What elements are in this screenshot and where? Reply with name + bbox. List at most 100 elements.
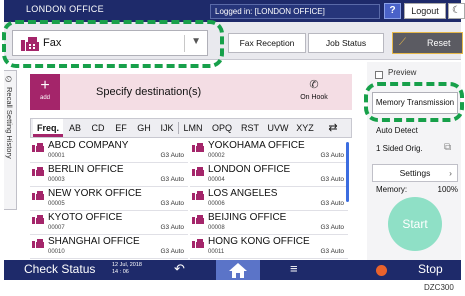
help-button[interactable]: ? [384, 3, 401, 19]
fax-icon [32, 191, 44, 200]
tab-gh[interactable]: GH [133, 119, 155, 137]
tab-lmn[interactable]: LMN [179, 119, 207, 137]
phone-icon: ✆ [309, 79, 319, 91]
entry-code: 00005 [48, 201, 65, 207]
fax-icon [32, 143, 44, 152]
entry-mode: G3 Auto [320, 200, 345, 207]
entry-code: 00006 [208, 201, 225, 207]
add-destination-button[interactable]: + add [30, 74, 60, 110]
home-button[interactable] [216, 260, 260, 280]
address-entry[interactable]: SHANGHAI OFFICE 00010 G3 Auto [30, 235, 188, 259]
specify-destination-label: Specify destination(s) [96, 86, 202, 98]
address-entry[interactable]: LONDON OFFICE 00004 G3 Auto [190, 163, 348, 187]
address-index-tabs: Freq. AB CD EF GH IJK LMN OPQ RST UVW XY… [30, 118, 352, 138]
figure-code: DZC300 [424, 283, 454, 292]
reset-label: Reset [427, 38, 451, 48]
entry-mode: G3 Auto [160, 152, 185, 159]
tab-cd[interactable]: CD [87, 119, 109, 137]
fax-icon [192, 143, 204, 152]
destination-bar[interactable]: Specify destination(s) ✆ On Hook [30, 74, 352, 110]
check-status-button[interactable]: Check Status [24, 262, 95, 276]
history-tab-label: Recall Setting History [5, 87, 14, 159]
reset-icon: ⟋ [399, 37, 406, 48]
on-hook-button[interactable]: ✆ On Hook [284, 78, 344, 101]
settings-label: Settings [399, 168, 431, 178]
recall-setting-history-tab[interactable]: ⏲ Recall Setting History [4, 70, 17, 210]
tab-xyz[interactable]: XYZ [293, 119, 317, 137]
entry-code: 00001 [48, 153, 65, 159]
address-entry[interactable]: ABCD COMPANY 00001 G3 Auto [30, 139, 188, 163]
address-entry[interactable]: BERLIN OFFICE 00003 G3 Auto [30, 163, 188, 187]
entry-mode: G3 Auto [320, 152, 345, 159]
preview-label: Preview [388, 68, 417, 77]
tab-rst[interactable]: RST [237, 119, 263, 137]
sided-original-label: 1 Sided Orig. [376, 144, 423, 153]
tab-freq[interactable]: Freq. [33, 119, 63, 137]
bottom-bar: Check Status 12 Jul, 2018 14 : 06 ↶ ≡ St… [4, 260, 461, 280]
entry-code: 00002 [208, 153, 225, 159]
tab-ef[interactable]: EF [111, 119, 131, 137]
plus-icon: + [40, 77, 50, 94]
chevron-right-icon: › [449, 168, 452, 178]
memory-indicator: Memory: 100% [376, 185, 458, 194]
entry-mode: G3 Auto [160, 224, 185, 231]
office-label: LONDON OFFICE [26, 4, 104, 14]
fax-icon [192, 239, 204, 248]
back-icon[interactable]: ↶ [174, 261, 185, 277]
address-entry[interactable]: NEW YORK OFFICE 00005 G3 Auto [30, 187, 188, 211]
reset-button[interactable]: ⟋ Reset [392, 32, 463, 54]
clock-icon: ⏲ [5, 74, 13, 84]
tab-uvw[interactable]: UVW [265, 119, 291, 137]
address-entry[interactable]: LOS ANGELES 00006 G3 Auto [190, 187, 348, 211]
entry-mode: G3 Auto [160, 200, 185, 207]
list-scrollbar[interactable] [346, 142, 349, 202]
entry-code: 00008 [208, 225, 225, 231]
entry-code: 00004 [208, 177, 225, 183]
logged-in-indicator: Logged in: [LONDON OFFICE] [210, 4, 380, 19]
entry-name: KYOTO OFFICE [48, 212, 123, 223]
tab-ab[interactable]: AB [65, 119, 85, 137]
top-bar: LONDON OFFICE Logged in: [LONDON OFFICE]… [4, 0, 465, 22]
entry-name: BERLIN OFFICE [48, 164, 124, 175]
logout-button[interactable]: Logout [404, 3, 446, 19]
copy-icon: ⧉ [444, 142, 452, 153]
entry-name: ABCD COMPANY [48, 140, 129, 151]
auto-detect-label: Auto Detect [376, 126, 418, 135]
entry-code: 00010 [48, 249, 65, 255]
switch-icon[interactable]: ⇄ [321, 119, 345, 137]
entry-mode: G3 Auto [320, 224, 345, 231]
entry-name: SHANGHAI OFFICE [48, 236, 140, 247]
moon-icon[interactable]: ☾ [448, 3, 465, 19]
address-entry[interactable]: YOKOHAMA OFFICE 00002 G3 Auto [190, 139, 348, 163]
start-button[interactable]: Start [388, 197, 442, 251]
address-list: ABCD COMPANY 00001 G3 Auto YOKOHAMA OFFICE 0… [30, 139, 352, 261]
date-label: 12 Jul, 2018 [112, 262, 142, 268]
job-status-button[interactable]: Job Status [308, 33, 384, 53]
entry-name: LONDON OFFICE [208, 164, 291, 175]
stop-button[interactable]: Stop [418, 262, 443, 276]
fax-icon [32, 239, 44, 248]
fax-select-highlight [2, 20, 224, 68]
address-entry[interactable]: BEIJING OFFICE 00008 G3 Auto [190, 211, 348, 235]
fax-icon [192, 167, 204, 176]
time-label: 14 : 06 [112, 269, 129, 275]
entry-name: NEW YORK OFFICE [48, 188, 142, 199]
preview-checkbox[interactable]: Preview [372, 68, 458, 82]
memory-value: 100% [437, 185, 458, 194]
fax-reception-button[interactable]: Fax Reception [228, 33, 306, 53]
memory-label: Memory: [376, 185, 408, 194]
entry-mode: G3 Auto [320, 248, 345, 255]
address-entry[interactable]: HONG KONG OFFICE 00011 G3 Auto [190, 235, 348, 259]
menu-icon[interactable]: ≡ [290, 261, 298, 276]
address-entry[interactable]: KYOTO OFFICE 00007 G3 Auto [30, 211, 188, 235]
fax-icon [32, 167, 44, 176]
on-hook-label: On Hook [300, 94, 328, 101]
tab-opq[interactable]: OPQ [209, 119, 235, 137]
entry-code: 00011 [208, 249, 225, 255]
tab-ijk[interactable]: IJK [157, 119, 177, 137]
add-label: add [39, 95, 50, 101]
settings-button[interactable]: Settings › [372, 164, 458, 182]
entry-name: HONG KONG OFFICE [208, 236, 310, 247]
entry-mode: G3 Auto [320, 176, 345, 183]
memory-transmission-highlight [364, 82, 464, 122]
